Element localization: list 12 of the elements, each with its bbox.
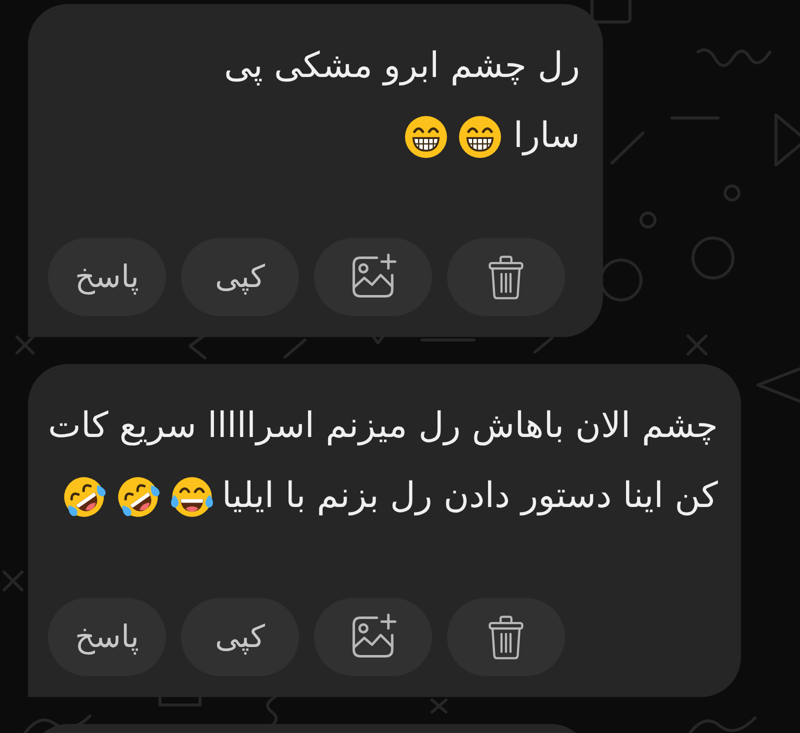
- copy-button[interactable]: کپی: [181, 598, 299, 676]
- reply-button[interactable]: پاسخ: [48, 598, 166, 676]
- trash-icon: [488, 254, 524, 300]
- copy-button[interactable]: کپی: [181, 238, 299, 316]
- grinning-face-icon: [459, 116, 502, 158]
- message-text: چشم الان باهاش رل میزنم اسرااااا سریع کات: [48, 405, 718, 448]
- grinning-face-icon: [405, 116, 448, 158]
- message-text: سارا: [513, 115, 580, 158]
- reply-button[interactable]: پاسخ: [48, 238, 166, 316]
- message-text: رل چشم ابرو مشکی پی: [224, 45, 580, 88]
- trash-icon: [488, 614, 524, 660]
- message-text: کن اینا دستور دادن رل بزنم با ایلیا: [222, 475, 718, 518]
